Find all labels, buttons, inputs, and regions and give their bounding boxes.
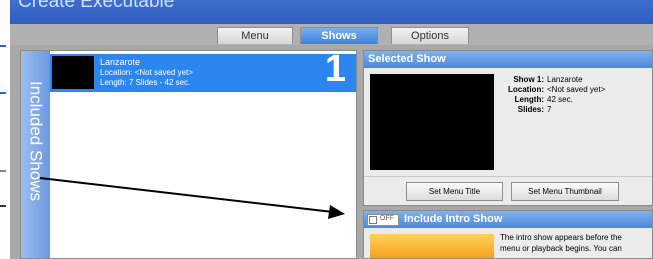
annotation-arrow	[39, 177, 345, 219]
arrow-head	[328, 205, 345, 219]
arrow-line	[39, 177, 334, 213]
